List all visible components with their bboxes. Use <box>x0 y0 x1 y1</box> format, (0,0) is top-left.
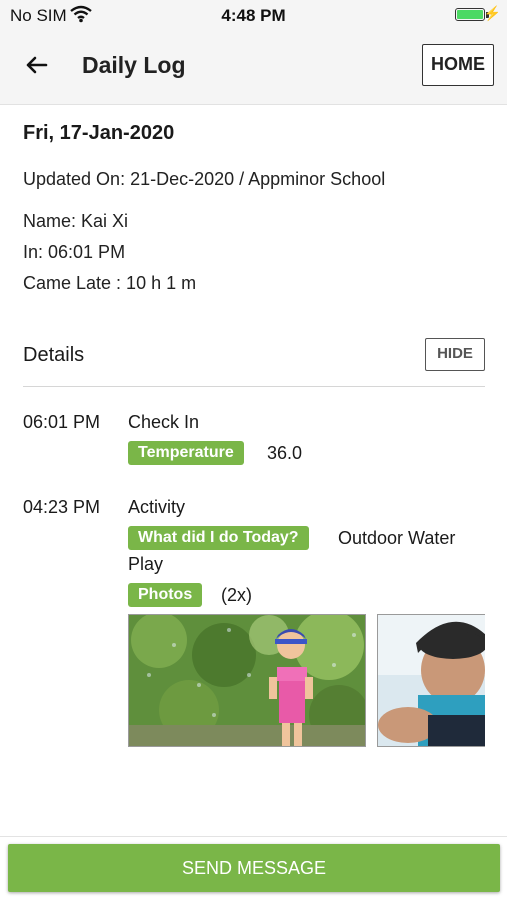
event-title: Activity <box>128 497 186 517</box>
page-title: Daily Log <box>82 52 186 78</box>
footer-divider <box>0 836 507 837</box>
event-time: 04:23 PM <box>23 497 101 517</box>
back-arrow-icon[interactable] <box>22 50 52 80</box>
photos-count: (2x) <box>221 585 252 605</box>
clock: 4:48 PM <box>221 6 286 25</box>
log-date: Fri, 17-Jan-2020 <box>23 122 175 144</box>
app-header: Daily Log HOME <box>0 30 507 105</box>
came-late-text: Came Late : 10 h 1 m <box>23 273 197 293</box>
activity-photo-1[interactable] <box>128 614 366 747</box>
check-in-time: In: 06:01 PM <box>23 242 126 262</box>
charging-icon: ⚡ <box>483 5 501 21</box>
battery-icon <box>455 8 485 21</box>
updated-on-text: Updated On: 21-Dec-2020 / Appminor Schoo… <box>23 169 386 189</box>
home-button[interactable]: HOME <box>422 44 494 86</box>
temperature-tag: Temperature <box>128 441 244 465</box>
status-bar: No SIM 4:48 PM ⚡ <box>0 0 507 30</box>
temperature-value: 36.0 <box>267 443 303 463</box>
photos-tag: Photos <box>128 583 203 607</box>
activity-photo-2[interactable] <box>377 614 485 747</box>
activity-value-line1: Outdoor Water <box>338 528 456 548</box>
activity-tag: What did I do Today? <box>128 526 309 550</box>
send-message-button[interactable]: SEND MESSAGE <box>8 844 500 892</box>
event-title: Check In <box>128 412 200 432</box>
details-divider <box>23 386 485 387</box>
child-name: Name: Kai Xi <box>23 211 129 231</box>
activity-value-line2: Play <box>128 554 164 574</box>
event-time: 06:01 PM <box>23 412 101 432</box>
details-heading: Details <box>23 344 85 366</box>
hide-button[interactable]: HIDE <box>425 338 485 371</box>
